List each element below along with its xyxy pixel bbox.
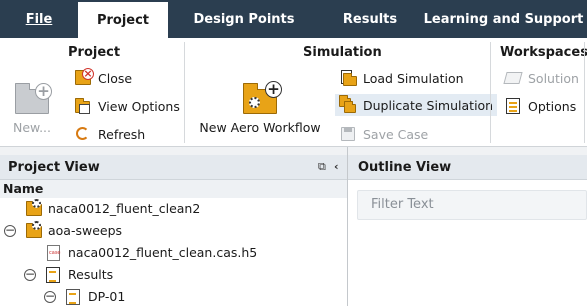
load-simulation-icon [339,69,357,87]
tree-item-label: aoa-sweeps [48,223,123,238]
refresh-button[interactable]: Refresh [72,123,149,145]
ribbon-tab-bar: File Project Design Points Results Learn… [0,0,587,38]
solution-icon [503,69,523,87]
outline-view-header: Outline View [348,155,587,180]
filter-text-input[interactable]: Filter Text [357,190,587,220]
view-options-label: View Options [98,98,180,114]
tree-row-results[interactable]: − Results [0,264,347,286]
tree-item-label: naca0012_fluent_clean.cas.h5 [68,245,258,260]
new-aero-workflow-icon: + [241,80,282,114]
close-folder-icon: × [74,68,94,87]
new-project-button[interactable]: + New... [8,80,56,135]
simulation-group-title: Simulation [303,45,382,60]
results-folder-icon [44,266,62,284]
workflow-folder-icon [25,199,43,218]
project-view-title: Project View [8,160,100,175]
tree-item-label: Results [68,267,114,282]
duplicate-simulation-icon [339,95,357,114]
design-point-icon [64,288,82,306]
close-project-button[interactable]: × Close [72,67,136,89]
save-case-icon [339,125,357,143]
view-options-button[interactable]: View Options [72,95,184,117]
new-folder-icon: + [13,80,52,114]
ribbon-separator [490,42,491,143]
tree-item-label: DP-01 [88,289,126,304]
load-simulation-label: Load Simulation [363,70,464,86]
outline-view-pane: Outline View Filter Text [348,155,587,306]
tab-design-points[interactable]: Design Points [168,0,320,38]
pane-gap [0,147,587,155]
tab-project[interactable]: Project [78,2,168,38]
project-view-header: Project View ⧉ ‹ [0,155,347,180]
workspace-options-button[interactable]: Options [502,95,580,117]
options-label: Options [528,98,577,114]
tab-file[interactable]: File [0,0,78,38]
tab-results[interactable]: Results [320,0,420,38]
ribbon: Project + New... × Close View Options Re… [0,38,587,147]
new-aero-workflow-button[interactable]: + New Aero Workflow [198,80,322,135]
workflow-folder-icon [25,221,43,240]
outline-view-title: Outline View [358,160,452,175]
refresh-label: Refresh [98,126,146,142]
tree-row-dp-01[interactable]: − DP-01 [0,286,347,306]
refresh-icon [74,125,92,143]
view-options-icon [74,97,92,115]
save-case-button[interactable]: Save Case [337,123,432,145]
tree-row-naca0012-clean2[interactable]: naca0012_fluent_clean2 [0,198,347,220]
collapse-pane-icon[interactable]: ‹ [334,160,339,173]
load-simulation-button[interactable]: Load Simulation [337,67,468,89]
collapse-icon[interactable]: − [44,290,56,303]
project-group-title: Project [68,45,121,60]
collapse-icon[interactable]: − [4,224,16,237]
solution-workspace-button[interactable]: Solution [502,67,583,89]
tab-learning-and-support[interactable]: Learning and Support [420,0,587,38]
name-column-header[interactable]: Name [0,180,347,198]
options-list-icon [504,97,522,115]
duplicate-simulation-label: Duplicate Simulation [363,97,494,113]
case-file-icon: case [44,244,62,262]
ribbon-separator [584,42,585,143]
solution-label: Solution [528,70,579,86]
save-case-label: Save Case [363,126,429,142]
new-project-label: New... [12,120,52,135]
collapse-icon[interactable]: − [24,268,36,281]
new-aero-workflow-label: New Aero Workflow [199,120,321,135]
ribbon-separator [184,42,185,143]
tree-row-aoa-sweeps[interactable]: − aoa-sweeps [0,220,347,242]
tree-row-case-file[interactable]: case naca0012_fluent_clean.cas.h5 [0,242,347,264]
float-pane-icon[interactable]: ⧉ [318,160,326,174]
tree-item-label: naca0012_fluent_clean2 [48,201,201,216]
duplicate-simulation-button[interactable]: Duplicate Simulation [335,94,498,116]
workspaces-group-title: Workspaces [500,45,587,60]
close-label: Close [98,70,133,86]
project-view-pane: Project View ⧉ ‹ Name naca0012_fluent_cl… [0,155,347,306]
